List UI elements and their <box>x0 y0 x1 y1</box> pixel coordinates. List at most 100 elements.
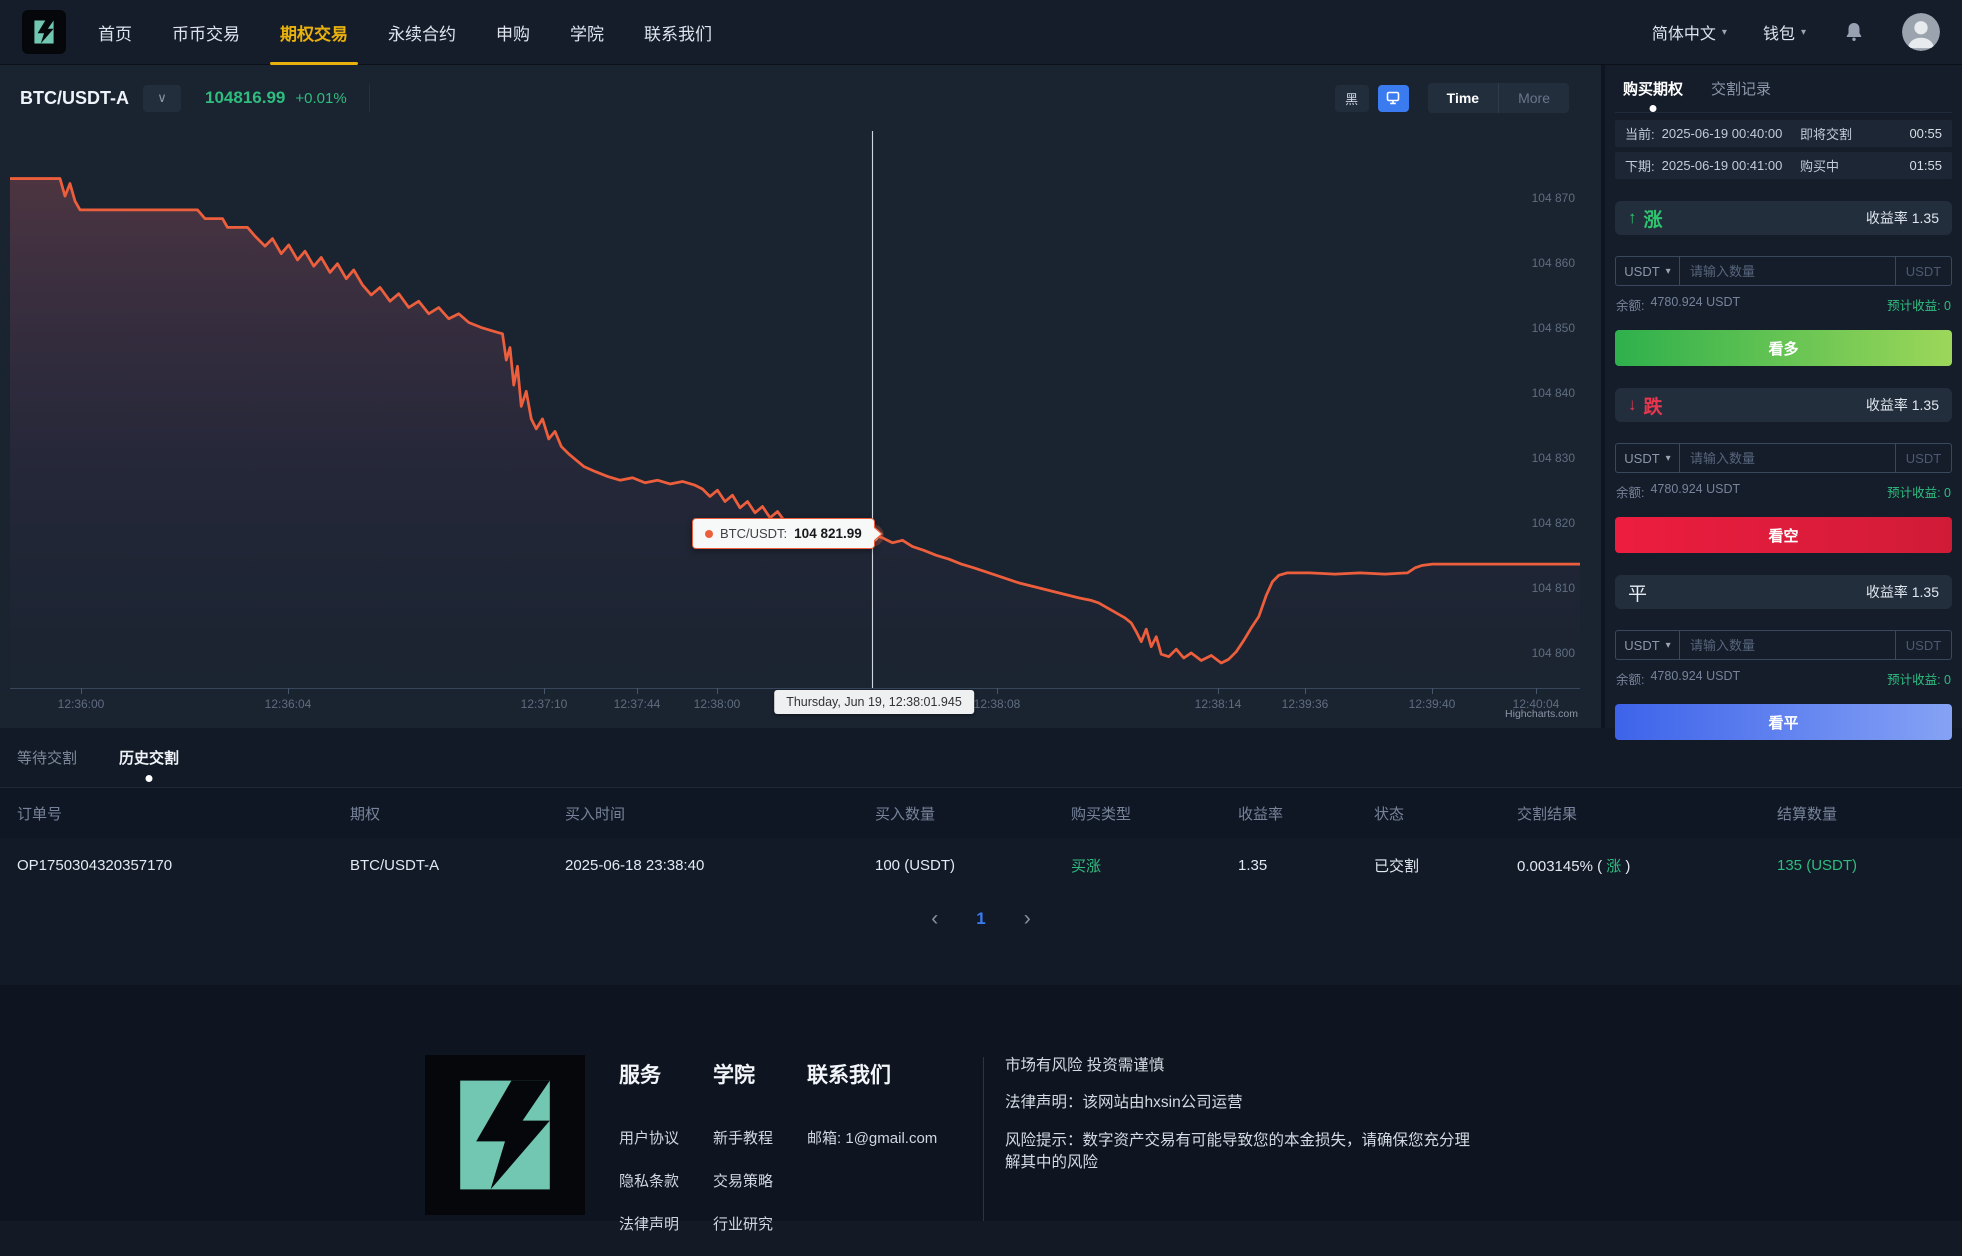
wallet-menu[interactable]: 钱包 ▾ <box>1763 20 1806 44</box>
series-dot-icon <box>705 530 713 538</box>
notification-bell-icon[interactable] <box>1842 20 1866 44</box>
tab-pending-delivery[interactable]: 等待交割 <box>17 747 77 768</box>
orders-column-header: 订单号 <box>17 803 350 824</box>
est-profit-value: 0 <box>1944 299 1951 313</box>
footer-link-legal[interactable]: 法律声明 <box>619 1213 679 1234</box>
next-datetime: 2025-06-19 00:41:00 <box>1662 158 1783 173</box>
x-axis-label: 12:38:08 <box>974 697 1021 711</box>
tab-history-delivery[interactable]: 历史交割 <box>119 747 179 768</box>
rise-currency-dropdown[interactable]: USDT ▾ <box>1616 257 1680 285</box>
fall-amount-input[interactable] <box>1680 444 1895 472</box>
est-profit-value: 0 <box>1944 673 1951 687</box>
rise-rate: 收益率 1.35 <box>1866 208 1939 228</box>
price-chart[interactable]: BTC/USDT: 104 821.99 Thursday, Jun 19, 1… <box>10 131 1580 728</box>
divider <box>369 84 370 112</box>
brand-logo[interactable] <box>22 10 66 54</box>
y-axis-label: 104 860 <box>1532 256 1575 270</box>
chevron-down-icon: ∨ <box>157 90 167 106</box>
result-direction: 涨 <box>1606 858 1621 875</box>
footer-link-research[interactable]: 行业研究 <box>713 1213 773 1234</box>
chart-style-button[interactable] <box>1378 85 1409 112</box>
balance-value: 4780.924 USDT <box>1650 295 1740 314</box>
nav-item-subscribe[interactable]: 申购 <box>496 0 530 65</box>
footer-col-title: 服务 <box>619 1059 679 1089</box>
est-profit-value: 0 <box>1944 486 1951 500</box>
tab-delivery-records[interactable]: 交割记录 <box>1711 78 1771 99</box>
buy-flat-button[interactable]: 看平 <box>1615 704 1952 740</box>
order-result: 0.003145% ( 涨 ) <box>1517 855 1777 876</box>
fall-currency-dropdown[interactable]: USDT ▾ <box>1616 444 1680 472</box>
est-profit-label: 预计收益: <box>1887 673 1940 687</box>
nav-item-spot[interactable]: 币币交易 <box>172 0 240 65</box>
orders-column-header: 状态 <box>1374 803 1517 824</box>
orders-column-header: 期权 <box>350 803 565 824</box>
fall-unit-suffix: USDT <box>1895 444 1951 472</box>
footer-link-strategy[interactable]: 交易策略 <box>713 1170 773 1191</box>
chevron-down-icon: ▾ <box>1722 27 1727 38</box>
language-selector[interactable]: 简体中文 ▾ <box>1652 20 1727 44</box>
page-next-button[interactable]: › <box>1024 908 1031 929</box>
x-axis-tick <box>1218 688 1219 694</box>
user-avatar[interactable] <box>1902 13 1940 51</box>
wallet-label: 钱包 <box>1763 20 1795 44</box>
order-option: BTC/USDT-A <box>350 857 565 874</box>
footer-link-tutorial[interactable]: 新手教程 <box>713 1127 773 1148</box>
rise-label: 涨 <box>1644 205 1663 232</box>
buy-short-button[interactable]: 看空 <box>1615 517 1952 553</box>
chevron-down-icon: ▾ <box>1666 266 1671 277</box>
buy-long-button[interactable]: 看多 <box>1615 330 1952 366</box>
order-rate: 1.35 <box>1238 857 1374 874</box>
x-axis-label: 12:36:04 <box>265 697 312 711</box>
order-status: 已交割 <box>1374 855 1517 876</box>
current-status: 即将交割 <box>1800 124 1896 143</box>
page-prev-button[interactable]: ‹ <box>931 908 938 929</box>
x-axis-tick <box>637 688 638 694</box>
timeframe-more-button[interactable]: More <box>1498 83 1569 113</box>
flat-amount-input[interactable] <box>1680 631 1895 659</box>
current-countdown: 00:55 <box>1896 126 1942 141</box>
y-axis-label: 104 820 <box>1532 516 1575 530</box>
nav-item-perpetual[interactable]: 永续合约 <box>388 0 456 65</box>
footer-link-privacy[interactable]: 隐私条款 <box>619 1170 679 1191</box>
order-id: OP1750304320357170 <box>17 857 350 874</box>
orders-column-header: 结算数量 <box>1777 803 1962 824</box>
timeframe-time-button[interactable]: Time <box>1428 83 1498 113</box>
trade-panel: 购买期权 交割记录 当前: 2025-06-19 00:40:00 即将交割 0… <box>1601 65 1962 728</box>
fall-label: 跌 <box>1644 392 1663 419</box>
x-axis-tick <box>288 688 289 694</box>
x-axis-tick <box>997 688 998 694</box>
language-label: 简体中文 <box>1652 20 1716 44</box>
balance-label: 余额: <box>1616 482 1644 501</box>
page-number[interactable]: 1 <box>976 909 985 929</box>
nav-item-academy[interactable]: 学院 <box>570 0 604 65</box>
rise-amount-input[interactable] <box>1680 257 1895 285</box>
footer-col-title: 联系我们 <box>807 1059 937 1089</box>
legal-notice: 法律声明：该网站由hxsin公司运营 <box>1005 1092 1470 1114</box>
nav-item-home[interactable]: 首页 <box>98 0 132 65</box>
x-axis-tick <box>1432 688 1433 694</box>
tab-buy-options[interactable]: 购买期权 <box>1623 78 1683 99</box>
x-axis-tick <box>1536 688 1537 694</box>
theme-dark-button[interactable]: 黑 <box>1335 85 1369 112</box>
symbol-dropdown[interactable]: ∨ <box>143 85 181 112</box>
x-axis-label: 12:39:36 <box>1282 697 1329 711</box>
footer-col-academy: 学院 新手教程 交易策略 行业研究 <box>713 1055 773 1256</box>
page-footer: 服务 用户协议 隐私条款 法律声明 学院 新手教程 交易策略 行业研究 联系我们… <box>0 985 1962 1221</box>
orders-column-header: 交割结果 <box>1517 803 1777 824</box>
flat-currency-dropdown[interactable]: USDT ▾ <box>1616 631 1680 659</box>
x-axis-label: 12:40:04 <box>1513 697 1560 711</box>
price-tooltip: BTC/USDT: 104 821.99 <box>692 518 875 549</box>
order-buy-time: 2025-06-18 23:38:40 <box>565 857 875 874</box>
risk-warning: 风险提示：数字资产交易有可能导致您的本金损失，请确保您充分理解其中的风险 <box>1005 1130 1470 1175</box>
next-status: 购买中 <box>1800 156 1896 175</box>
y-axis-label: 104 800 <box>1532 646 1575 660</box>
chart-header: BTC/USDT-A ∨ 104816.99 +0.01% 黑 Time Mor… <box>0 65 1601 131</box>
footer-contact-email[interactable]: 邮箱: 1@gmail.com <box>807 1127 937 1148</box>
nav-item-options[interactable]: 期权交易 <box>280 0 348 65</box>
chevron-down-icon: ▾ <box>1801 27 1806 38</box>
main-nav: 首页 币币交易 期权交易 永续合约 申购 学院 联系我们 <box>98 0 712 65</box>
result-prefix: 0.003145% ( <box>1517 858 1606 875</box>
current-datetime: 2025-06-19 00:40:00 <box>1662 126 1783 141</box>
footer-link-user-agreement[interactable]: 用户协议 <box>619 1127 679 1148</box>
nav-item-contact[interactable]: 联系我们 <box>644 0 712 65</box>
